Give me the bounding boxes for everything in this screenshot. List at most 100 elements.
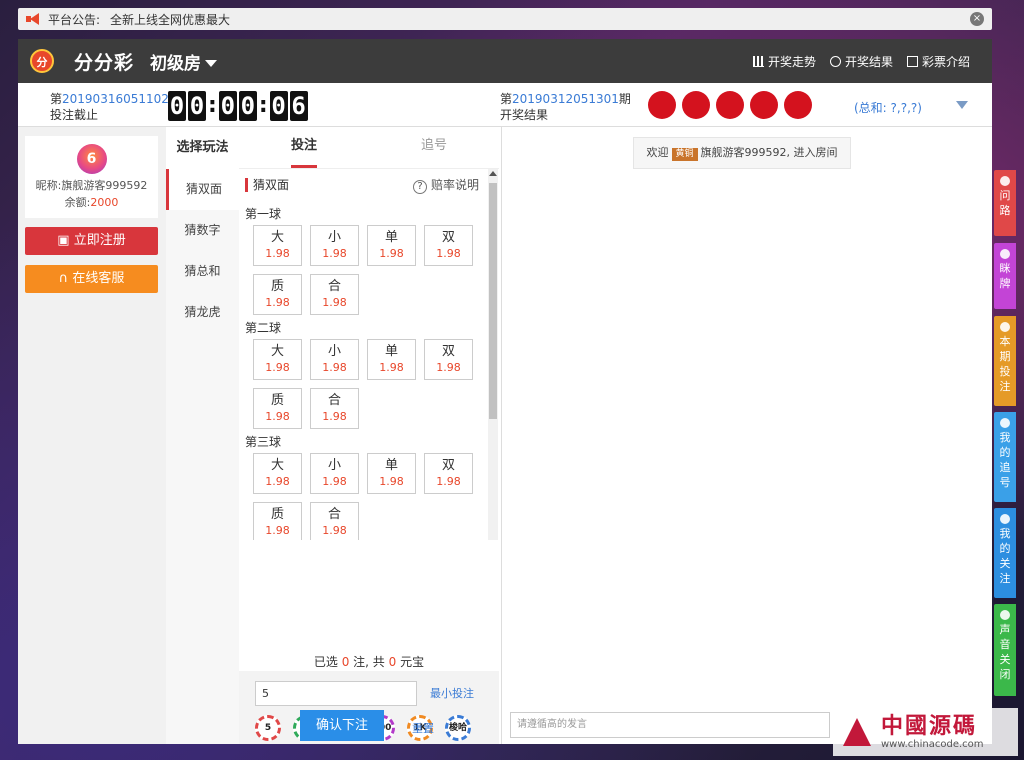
bet-option[interactable]: 合 1.98 (310, 502, 359, 540)
side-rail-button[interactable]: 声音关闭 (994, 604, 1016, 696)
current-issue-number: 20190316051102 (62, 92, 169, 106)
option-name: 合 (327, 507, 341, 522)
intro-link-label: 彩票介绍 (921, 54, 970, 69)
room-selector[interactable]: 初级房 (150, 49, 218, 74)
bet-option[interactable]: 合 1.98 (310, 388, 359, 429)
bet-amount-input[interactable]: 5 (255, 681, 417, 706)
bet-option[interactable]: 小 1.98 (310, 339, 359, 380)
announcement-text: 全新上线全网优惠最大 (110, 12, 231, 27)
scrollbar[interactable] (488, 169, 498, 540)
result-ball (784, 91, 812, 119)
chip-all-in[interactable]: 梭哈 (445, 715, 471, 741)
sel-unit: 元宝 (400, 655, 425, 669)
bet-option[interactable]: 大 1.98 (253, 225, 302, 266)
watermark-url: www.chinacode.com (881, 738, 984, 750)
register-button[interactable]: ▣ 立即注册 (25, 227, 158, 255)
intro-link[interactable]: 彩票介绍 (906, 53, 970, 70)
menu-item-sum[interactable]: 猜总和 (166, 251, 239, 292)
option-name: 单 (384, 458, 398, 473)
register-icon: ▣ (57, 233, 74, 248)
bet-option[interactable]: 小 1.98 (310, 453, 359, 494)
option-name: 大 (270, 230, 284, 245)
bet-option[interactable]: 质 1.98 (253, 388, 302, 429)
results-link[interactable]: 开奖结果 (829, 53, 893, 70)
bet-option[interactable]: 双 1.98 (424, 339, 473, 380)
option-odds: 1.98 (322, 475, 347, 488)
rail-label: 眯牌 (999, 262, 1011, 290)
side-rail-button[interactable]: 眯牌 (994, 243, 1016, 309)
result-ball (682, 91, 710, 119)
min-bet-link[interactable]: 最小投注 (430, 685, 474, 701)
option-odds: 1.98 (322, 247, 347, 260)
play-menu-title: 选择玩法 (166, 127, 239, 169)
result-ball (750, 91, 778, 119)
timer-colon: : (208, 93, 217, 118)
bet-option[interactable]: 单 1.98 (367, 453, 416, 494)
bet-option[interactable]: 质 1.98 (253, 274, 302, 315)
trend-link[interactable]: 开奖走势 (752, 53, 816, 70)
watermark-title: 中國源碼 (881, 713, 978, 739)
scrollbar-thumb[interactable] (489, 183, 497, 419)
rail-label: 问路 (999, 189, 1011, 217)
timer-digit: 0 (269, 91, 288, 121)
tab-bet[interactable]: 投注 (239, 127, 369, 168)
bet-option[interactable]: 单 1.98 (367, 339, 416, 380)
menu-item-number[interactable]: 猜数字 (166, 210, 239, 251)
chip-5[interactable]: 5 (255, 715, 281, 741)
customer-service-button[interactable]: ∩ 在线客服 (25, 265, 158, 293)
bet-option[interactable]: 单 1.98 (367, 225, 416, 266)
welcome-prefix: 欢迎 (646, 146, 669, 159)
rail-label: 我的追号 (999, 431, 1011, 489)
tab-chase[interactable]: 追号 (369, 127, 499, 168)
welcome-message: 欢迎 黄铜 旗舰游客999592, 进入房间 (633, 137, 851, 169)
option-odds: 1.98 (379, 247, 404, 260)
ball-group-title: 第二球 (245, 321, 282, 335)
left-panel: 6 昵称:旗舰游客999592 余额:2000 ▣ 立即注册 ∩ 在线客服 (18, 127, 166, 744)
timer-colon: : (258, 93, 268, 118)
last-prefix: 第 (500, 92, 513, 106)
rail-label: 我的关注 (999, 527, 1011, 585)
side-rail-button[interactable]: 问路 (994, 170, 1016, 236)
confirm-bet-button[interactable]: 确认下注 (300, 710, 384, 741)
odds-info-label: 赔率说明 (430, 178, 479, 192)
rail-icon (1000, 322, 1010, 332)
menu-item-two-sides[interactable]: 猜双面 (166, 169, 239, 210)
option-name: 质 (270, 507, 284, 522)
bet-option[interactable]: 双 1.98 (424, 225, 473, 266)
bet-option[interactable]: 大 1.98 (253, 453, 302, 494)
option-grid: 大 1.98 小 1.98 单 1.98 双 1.98 质 1.98 合 1.98 (239, 453, 487, 540)
bet-option[interactable]: 双 1.98 (424, 453, 473, 494)
side-rail-button[interactable]: 本期投注 (994, 316, 1016, 406)
menu-item-dragon-tiger[interactable]: 猜龙虎 (166, 292, 239, 333)
odds-info-link[interactable]: ? 赔率说明 (412, 169, 479, 201)
option-odds: 1.98 (265, 524, 290, 537)
bet-option[interactable]: 合 1.98 (310, 274, 359, 315)
option-odds: 1.98 (265, 410, 290, 423)
document-icon (906, 55, 918, 67)
help-icon: ? (412, 180, 427, 194)
user-card: 6 昵称:旗舰游客999592 余额:2000 (25, 136, 158, 218)
bet-option[interactable]: 质 1.98 (253, 502, 302, 540)
option-odds: 1.98 (436, 475, 461, 488)
side-rail-button[interactable]: 我的追号 (994, 412, 1016, 502)
bet-option[interactable]: 小 1.98 (310, 225, 359, 266)
rail-icon (1000, 249, 1010, 259)
cur-prefix: 第 (50, 92, 63, 106)
countdown-timer: 00:00:06 (168, 91, 310, 121)
bet-option[interactable]: 大 1.98 (253, 339, 302, 380)
rail-icon (1000, 176, 1010, 186)
option-odds: 1.98 (322, 410, 347, 423)
chat-input[interactable]: 请遵循高的发言 (510, 712, 830, 738)
chevron-down-icon[interactable] (956, 101, 968, 109)
section-title: 猜双面 (253, 178, 290, 192)
reset-button[interactable]: 重置 (412, 720, 434, 736)
sel-total: 0 (388, 655, 397, 669)
scroll-up-icon[interactable] (489, 171, 497, 176)
option-odds: 1.98 (322, 524, 347, 537)
result-balls (648, 91, 812, 119)
rail-icon (1000, 610, 1010, 620)
close-icon[interactable]: × (970, 12, 984, 26)
bet-options-scroll: 猜双面 ? 赔率说明 第一球大 1.98 小 1.98 单 1.98 双 1.98 质 1.98 合 1… (239, 169, 499, 540)
option-odds: 1.98 (322, 296, 347, 309)
side-rail-button[interactable]: 我的关注 (994, 508, 1016, 598)
